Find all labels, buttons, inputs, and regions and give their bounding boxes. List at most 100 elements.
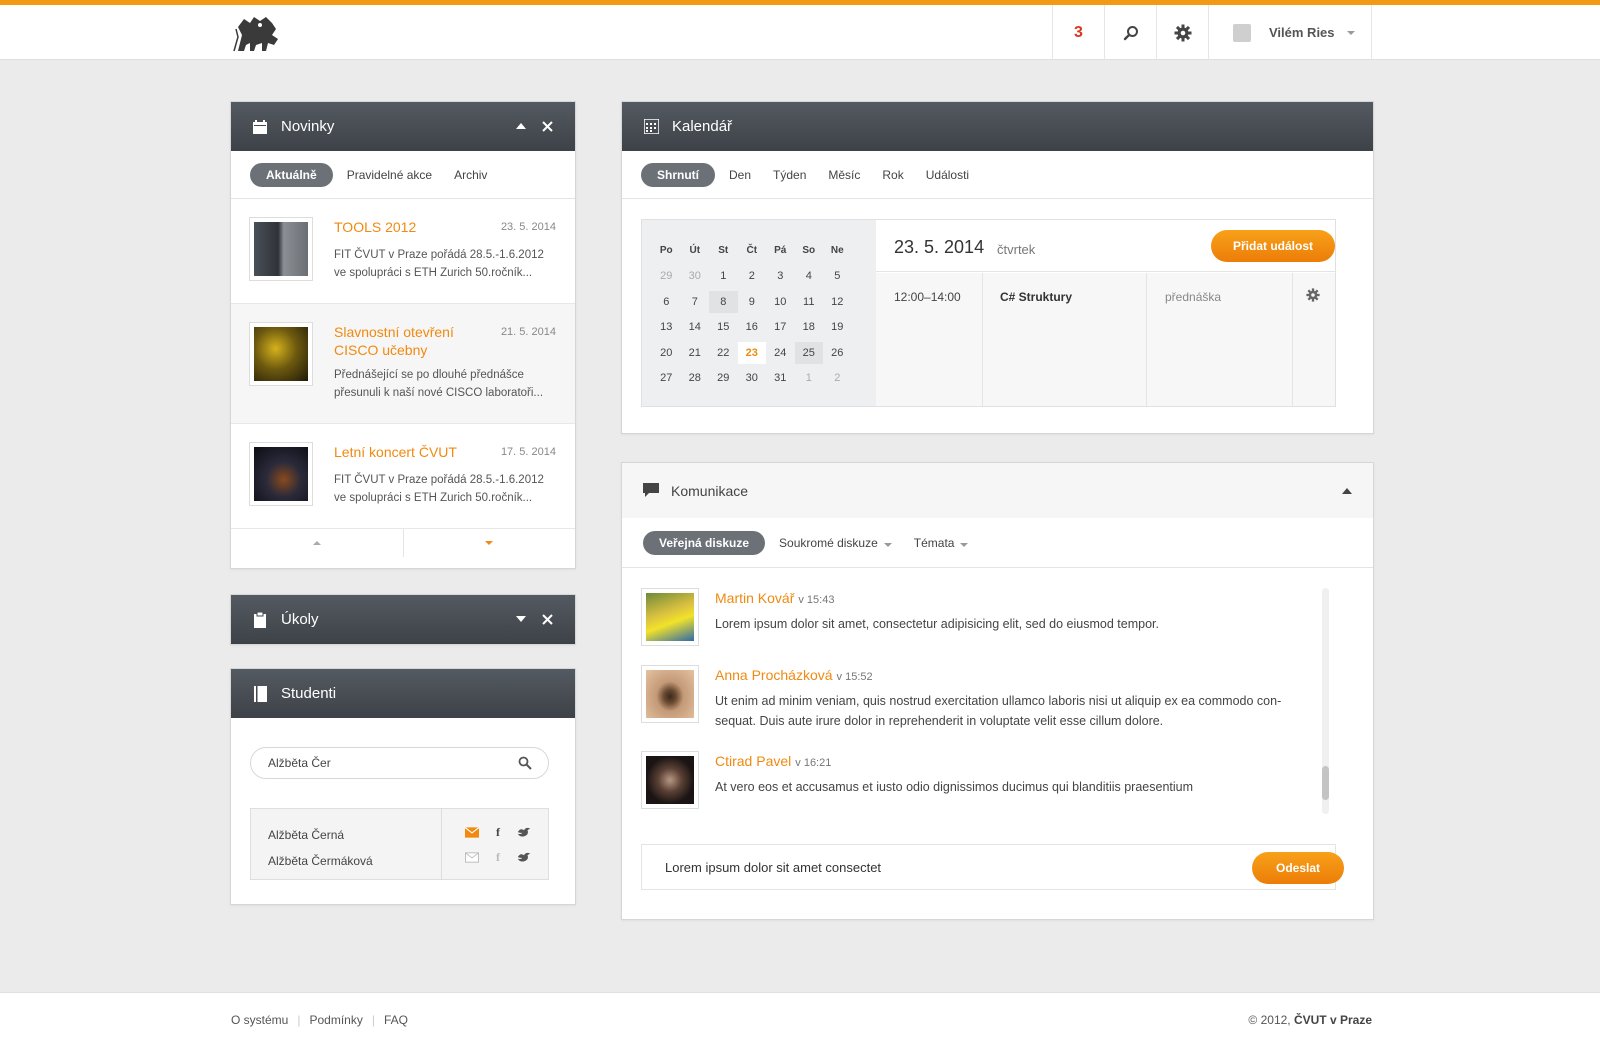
list-item[interactable]: Slavnostní otevření CISCO učebny 21. 5. … (231, 304, 575, 424)
message-author[interactable]: Martin Kovář v 15:43 (715, 590, 834, 606)
footer-link-o-systemu[interactable]: O systému (231, 1013, 288, 1027)
tab-aktualne[interactable]: Aktuálně (250, 162, 333, 187)
facebook-icon[interactable]: f (491, 825, 505, 839)
add-event-button[interactable]: Přidat událost (1211, 230, 1335, 262)
news-panel-header: Novinky (231, 102, 575, 151)
list-item[interactable]: Letní koncert ČVUT 17. 5. 2014 FIT ČVUT … (231, 424, 575, 529)
calendar-day[interactable]: 30 (681, 265, 710, 287)
student-result[interactable]: Alžběta Čermáková (268, 848, 441, 874)
panel-title: Novinky (281, 118, 335, 135)
calendar-day[interactable]: 16 (738, 316, 767, 338)
calendar-day-selected[interactable]: 23 (737, 341, 766, 364)
calendar-day[interactable]: 28 (681, 367, 710, 389)
calendar-day[interactable]: 29 (652, 265, 681, 287)
weekday-label: Út (689, 244, 701, 256)
message-author[interactable]: Anna Procházková v 15:52 (715, 667, 873, 683)
calendar-day[interactable]: 15 (709, 316, 738, 338)
footer-link-podminky[interactable]: Podmínky (309, 1013, 362, 1027)
student-results: Alžběta Černá Alžběta Čermáková f f (250, 808, 549, 880)
tab-verejna-diskuze[interactable]: Veřejná diskuze (643, 530, 766, 555)
collapse-button[interactable] (1342, 488, 1352, 494)
message-author[interactable]: Ctirad Pavel v 16:21 (715, 753, 831, 769)
tasks-panel-header: Úkoly (231, 595, 575, 644)
calendar-day[interactable]: 12 (823, 291, 852, 313)
calendar-day[interactable]: 7 (681, 291, 710, 313)
settings-button[interactable] (1156, 5, 1208, 60)
collapse-button[interactable] (513, 118, 529, 134)
event-row[interactable]: 12:00–14:00 C# Struktury přednáška (876, 273, 1335, 406)
reply-input[interactable] (665, 860, 1225, 875)
scrollbar-thumb[interactable] (1322, 766, 1329, 800)
calendar-day[interactable]: 8 (709, 290, 738, 313)
tab-soukrome-diskuze[interactable]: Soukromé diskuze (771, 531, 900, 555)
calendar-day[interactable]: 1 (795, 367, 824, 389)
tab-udalosti[interactable]: Události (918, 163, 977, 187)
calendar-day[interactable]: 17 (766, 316, 795, 338)
calendar-day[interactable]: 21 (681, 342, 710, 364)
calendar-day[interactable]: 6 (652, 291, 681, 313)
twitter-bird-icon[interactable] (517, 850, 531, 864)
calendar-day[interactable]: 3 (766, 265, 795, 287)
calendar-day[interactable]: 29 (709, 367, 738, 389)
calendar-day[interactable]: 27 (652, 367, 681, 389)
calendar-day[interactable]: 14 (681, 316, 710, 338)
facebook-icon[interactable]: f (491, 850, 505, 864)
tab-den[interactable]: Den (721, 163, 759, 187)
calendar-day[interactable]: 2 (738, 265, 767, 287)
calendar-day[interactable]: 1 (709, 265, 738, 287)
calendar-day[interactable]: 4 (795, 265, 824, 287)
tab-temata[interactable]: Témata (906, 531, 977, 555)
email-icon[interactable] (465, 850, 479, 864)
tab-tyden[interactable]: Týden (765, 163, 814, 187)
list-item[interactable]: TOOLS 2012 23. 5. 2014 FIT ČVUT v Praze … (231, 199, 575, 304)
email-icon[interactable] (465, 825, 479, 839)
news-title[interactable]: Letní koncert ČVUT (334, 443, 484, 461)
avatar[interactable] (641, 665, 699, 723)
calendar-day[interactable]: 22 (709, 342, 738, 364)
message-scrollbar[interactable] (1322, 588, 1329, 814)
message-text: At vero eos et accusamus et iusto odio d… (715, 780, 1194, 794)
news-title[interactable]: TOOLS 2012 (334, 218, 484, 236)
search-button[interactable] (1104, 5, 1156, 60)
tab-shrnuti[interactable]: Shrnutí (641, 162, 715, 187)
twitter-bird-icon[interactable] (517, 825, 531, 839)
calendar-day[interactable]: 25 (794, 341, 823, 364)
expand-button[interactable] (513, 611, 529, 627)
calendar-day[interactable]: 26 (823, 342, 852, 364)
news-thumbnail (249, 322, 313, 386)
calendar-day[interactable]: 5 (823, 265, 852, 287)
avatar[interactable] (641, 751, 699, 809)
news-title[interactable]: Slavnostní otevření CISCO učebny (334, 323, 484, 359)
cvut-logo-icon[interactable] (232, 15, 284, 53)
calendar-day[interactable]: 24 (766, 342, 795, 364)
calendar-day[interactable]: 20 (652, 342, 681, 364)
user-menu[interactable]: Vilém Ries (1208, 5, 1372, 60)
calendar-day[interactable]: 11 (795, 291, 824, 313)
calendar-day[interactable]: 10 (766, 291, 795, 313)
message-list[interactable]: Martin Kovář v 15:43 Lorem ipsum dolor si… (641, 588, 1329, 814)
calendar-day[interactable]: 30 (738, 367, 767, 389)
news-next-button[interactable] (404, 529, 576, 557)
event-settings-button[interactable] (1293, 273, 1335, 406)
calendar-day[interactable]: 2 (823, 367, 852, 389)
tab-mesic[interactable]: Měsíc (820, 163, 868, 187)
calendar-day[interactable]: 9 (738, 291, 767, 313)
tab-rok[interactable]: Rok (874, 163, 911, 187)
notifications-button[interactable]: 3 (1052, 5, 1104, 60)
avatar[interactable] (641, 588, 699, 646)
news-prev-button[interactable] (231, 529, 404, 557)
send-button[interactable]: Odeslat (1252, 852, 1344, 884)
footer-link-faq[interactable]: FAQ (384, 1013, 408, 1027)
close-button[interactable] (539, 118, 555, 134)
search-icon[interactable] (518, 756, 532, 775)
tab-pravidelne-akce[interactable]: Pravidelné akce (339, 163, 440, 187)
calendar-day[interactable]: 13 (652, 316, 681, 338)
student-result[interactable]: Alžběta Černá (268, 822, 441, 848)
close-button[interactable] (539, 611, 555, 627)
selected-weekday: čtvrtek (997, 242, 1036, 257)
calendar-day[interactable]: 31 (766, 367, 795, 389)
calendar-day[interactable]: 19 (823, 316, 852, 338)
calendar-day[interactable]: 18 (795, 316, 824, 338)
student-search-input[interactable] (268, 756, 508, 770)
tab-archiv[interactable]: Archiv (446, 163, 495, 187)
